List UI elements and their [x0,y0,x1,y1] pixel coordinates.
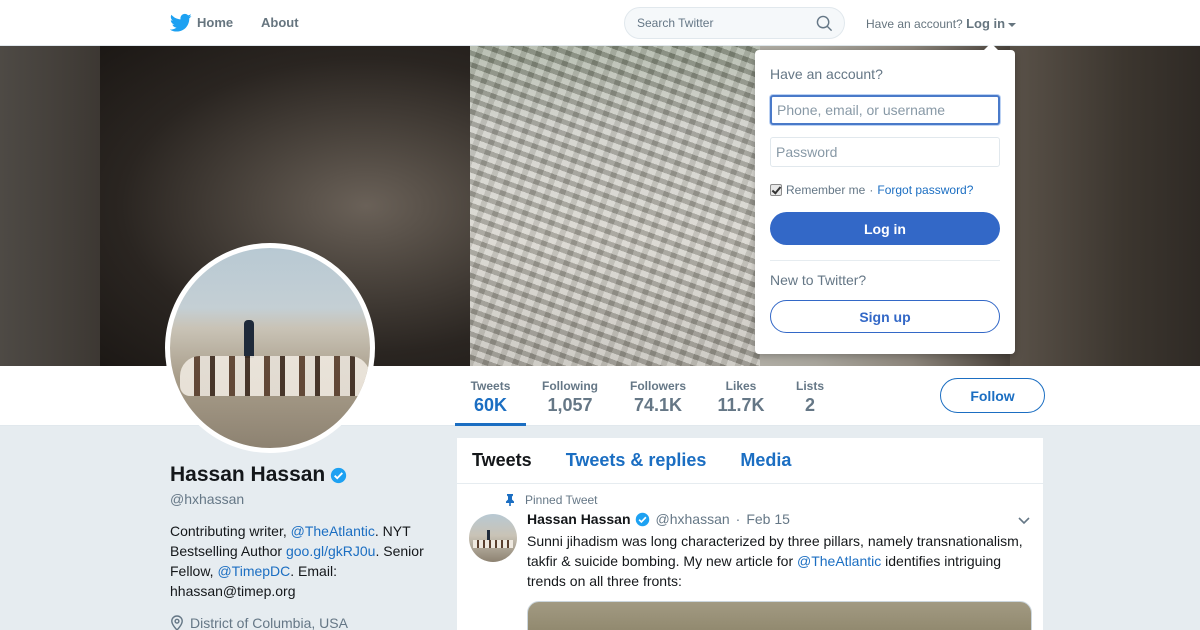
tweet-author-handle[interactable]: @hxhassan [656,511,730,527]
stat-value: 1,057 [547,395,593,415]
timeline-panel: Tweets Tweets & replies Media Pinned Twe… [456,437,1044,630]
stat-label: Following [542,379,598,393]
location-text: District of Columbia, USA [190,615,348,630]
stat-value: 11.7K [717,395,765,415]
stat-value: 74.1K [633,395,683,415]
stat-following[interactable]: Following 1,057 [536,366,604,426]
location-pin-icon [171,615,183,630]
pinned-tweet-label: Pinned Tweet [505,493,598,507]
tweet-mention-link[interactable]: @TheAtlantic [797,553,881,569]
follow-button[interactable]: Follow [940,378,1045,413]
top-navigation-bar: Home About Have an account? Log in [0,0,1200,46]
remember-me-checkbox[interactable] [770,184,782,196]
profile-bio: Contributing writer, @TheAtlantic. NYT B… [170,521,440,601]
profile-name-row: Hassan Hassan [170,463,347,487]
tweet-text: Sunni jihadism was long characterized by… [527,531,1032,591]
account-prompt: Have an account? [866,17,963,31]
timeline-tabs: Tweets Tweets & replies Media [457,438,1043,484]
bio-link-timepdc[interactable]: @TimepDC [217,563,290,579]
remember-me-row: Remember me · Forgot password? [770,183,973,197]
verified-badge-icon [635,512,649,526]
bio-link-theatlantic[interactable]: @TheAtlantic [291,523,375,539]
profile-avatar[interactable] [165,243,375,453]
login-dropdown: Have an account? Remember me · Forgot pa… [755,43,1015,354]
username-field[interactable] [770,95,1000,125]
chevron-down-icon [1008,22,1017,27]
stat-label: Tweets [470,379,511,393]
stat-label: Followers [629,379,686,393]
nav-about-link[interactable]: About [261,15,299,30]
account-login-toggle[interactable]: Have an account? Log in [866,16,1017,31]
tab-tweets-and-replies[interactable]: Tweets & replies [566,450,707,471]
signup-button[interactable]: Sign up [770,300,1000,333]
bio-link-book[interactable]: goo.gl/gkRJ0u [286,543,376,559]
pinned-tweet-text: Pinned Tweet [525,493,598,507]
remember-separator: · [869,183,874,197]
profile-location: District of Columbia, USA [170,615,348,630]
login-dropdown-title: Have an account? [770,66,883,82]
tweet-author-name[interactable]: Hassan Hassan [527,511,631,527]
login-link-label[interactable]: Log in [966,16,1005,31]
dropdown-divider [770,260,1000,261]
chevron-down-icon[interactable] [1017,516,1031,526]
login-button[interactable]: Log in [770,212,1000,245]
bio-text: Contributing writer, [170,523,291,539]
stat-value: 60K [473,395,508,415]
stat-tweets[interactable]: Tweets 60K [455,366,526,426]
stat-followers[interactable]: Followers 74.1K [624,366,692,426]
tab-tweets[interactable]: Tweets [472,450,532,471]
pin-icon [506,494,514,506]
remember-me-label[interactable]: Remember me [786,183,865,197]
forgot-password-link[interactable]: Forgot password? [877,183,973,197]
tweet-avatar[interactable] [469,514,517,562]
tweet-header: Hassan Hassan @hxhassan · Feb 15 [527,511,790,527]
stat-label: Likes [725,379,757,393]
tab-media[interactable]: Media [740,450,791,471]
nav-home-link[interactable]: Home [171,15,233,30]
nav-home-label: Home [197,15,234,30]
search-icon[interactable] [816,15,833,32]
stat-lists[interactable]: Lists 2 [790,366,830,426]
tweet-separator: · [735,511,741,527]
search-box [624,7,845,39]
tweet-media-image[interactable] [527,601,1032,630]
stat-label: Lists [795,379,824,393]
stat-likes[interactable]: Likes 11.7K [712,366,770,426]
password-field[interactable] [770,137,1000,167]
profile-handle[interactable]: @hxhassan [170,491,244,507]
search-input[interactable] [625,8,805,38]
verified-badge-icon [331,467,347,483]
profile-name[interactable]: Hassan Hassan [170,463,325,487]
tweet-date[interactable]: Feb 15 [746,511,790,527]
stat-value: 2 [804,395,815,415]
new-to-twitter-text: New to Twitter? [770,272,867,288]
